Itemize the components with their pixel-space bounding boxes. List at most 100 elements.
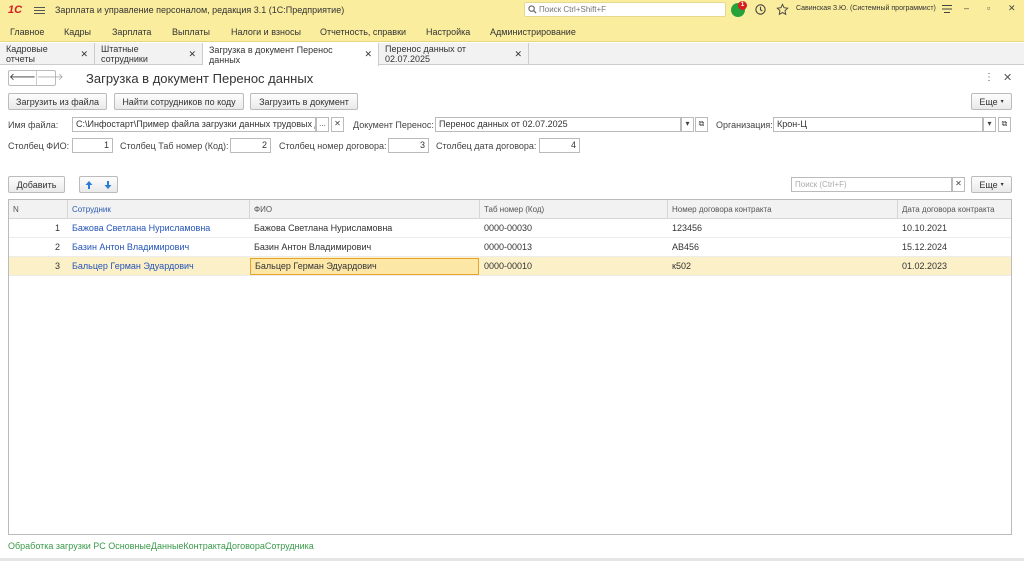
tab-label: Штатные сотрудники bbox=[101, 44, 148, 64]
forward-arrow-icon[interactable]: 🡒 bbox=[35, 71, 64, 85]
clear-search-icon[interactable]: ✕ bbox=[952, 177, 965, 192]
doc-transfer-label: Документ Перенос: bbox=[353, 120, 434, 130]
col-contract-field[interactable]: 3 bbox=[388, 138, 429, 153]
col-tab-label: Столбец Таб номер (Код): bbox=[120, 141, 229, 151]
cell-contract-number[interactable]: AB456 bbox=[668, 238, 898, 257]
file-name-label: Имя файла: bbox=[8, 120, 59, 130]
cell-contract-number[interactable]: к502 bbox=[668, 257, 898, 276]
find-employees-button[interactable]: Найти сотрудников по коду bbox=[114, 93, 244, 110]
more-actions-icon[interactable]: ⋮ bbox=[984, 72, 994, 83]
menu-item-salary[interactable]: Зарплата bbox=[112, 27, 151, 37]
more-label: Еще bbox=[979, 179, 998, 190]
menu-item-settings[interactable]: Настройка bbox=[426, 27, 470, 37]
processing-name-link[interactable]: Обработка загрузки РС ОсновныеДанныеКонт… bbox=[8, 541, 314, 551]
chevron-down-icon[interactable]: ▾ bbox=[983, 117, 996, 132]
move-down-icon[interactable] bbox=[103, 180, 113, 190]
tab-hr-reports[interactable]: Кадровые отчеты ✕ bbox=[0, 43, 95, 65]
user-name[interactable]: Савинская З.Ю. (Системный программист) bbox=[796, 5, 936, 12]
col-contract-label: Столбец номер договора: bbox=[279, 141, 387, 151]
tab-staff[interactable]: Штатные сотрудники ✕ bbox=[95, 43, 203, 65]
favorites-star-icon[interactable] bbox=[776, 3, 789, 16]
menu-item-admin[interactable]: Администрирование bbox=[490, 27, 576, 37]
table-row-selected[interactable]: 3 Бальцер Герман Эдуардович Бальцер Герм… bbox=[9, 257, 1011, 276]
history-icon[interactable] bbox=[754, 3, 767, 16]
cell-tab-number[interactable]: 0000-00013 bbox=[480, 238, 668, 257]
choose-file-icon[interactable]: ... bbox=[316, 117, 329, 132]
close-tab-icon[interactable]: ✕ bbox=[188, 49, 196, 60]
doc-transfer-field[interactable]: Перенос данных от 02.07.2025 bbox=[435, 117, 681, 132]
cell-n: 1 bbox=[54, 223, 60, 233]
tab-label: Загрузка в документ Перенос данных bbox=[209, 44, 333, 65]
col-date-field[interactable]: 4 bbox=[539, 138, 580, 153]
column-header-contract-date[interactable]: Дата договора контракта bbox=[898, 200, 1011, 219]
col-tab-field[interactable]: 2 bbox=[230, 138, 271, 153]
col-fio-label: Столбец ФИО: bbox=[8, 141, 70, 151]
close-tab-icon[interactable]: ✕ bbox=[364, 49, 372, 60]
main-menu-bar: Главное Кадры Зарплата Выплаты Налоги и … bbox=[0, 20, 1024, 42]
cell-fio-focused[interactable]: Бальцер Герман Эдуардович bbox=[250, 258, 479, 275]
cell-tab-number[interactable]: 0000-00010 bbox=[480, 257, 668, 276]
open-icon[interactable]: ⧉ bbox=[998, 117, 1011, 132]
cell-contract-date[interactable]: 15.12.2024 bbox=[898, 238, 1011, 257]
column-header-n[interactable]: N bbox=[9, 200, 68, 219]
table-row[interactable]: 2 Базин Антон Владимирович Базин Антон В… bbox=[9, 238, 1011, 257]
app-title: Зарплата и управление персоналом, редакц… bbox=[55, 5, 345, 15]
restore-icon[interactable]: ▫ bbox=[987, 3, 990, 13]
tab-label: Перенос данных от 02.07.2025 bbox=[385, 44, 467, 64]
column-header-fio[interactable]: ФИО bbox=[250, 200, 480, 219]
menu-item-main[interactable]: Главное bbox=[10, 27, 44, 37]
form-title: Загрузка в документ Перенос данных bbox=[86, 71, 314, 86]
minimize-icon[interactable]: – bbox=[964, 3, 969, 13]
col-fio-field[interactable]: 1 bbox=[72, 138, 113, 153]
menu-item-payments[interactable]: Выплаты bbox=[172, 27, 210, 37]
cell-employee[interactable]: Бальцер Герман Эдуардович bbox=[68, 257, 250, 276]
global-search[interactable] bbox=[524, 2, 726, 17]
column-header-employee[interactable]: Сотрудник bbox=[68, 200, 250, 219]
cell-employee[interactable]: Бажова Светлана Нурисламовна bbox=[68, 219, 250, 238]
employees-table[interactable]: N Сотрудник ФИО Таб номер (Код) Номер до… bbox=[8, 199, 1012, 535]
more-table-button[interactable]: Еще ▾ bbox=[971, 176, 1012, 193]
menu-item-taxes[interactable]: Налоги и взносы bbox=[231, 27, 301, 37]
column-header-contract-number[interactable]: Номер договора контракта bbox=[668, 200, 898, 219]
cell-fio[interactable]: Базин Антон Владимирович bbox=[250, 238, 480, 257]
add-button[interactable]: Добавить bbox=[8, 176, 65, 193]
more-button[interactable]: Еще ▾ bbox=[971, 93, 1012, 110]
clear-icon[interactable]: ✕ bbox=[331, 117, 344, 132]
global-search-input[interactable] bbox=[539, 5, 719, 14]
cell-contract-date[interactable]: 10.10.2021 bbox=[898, 219, 1011, 238]
organization-label: Организация: bbox=[716, 120, 773, 130]
more-label: Еще bbox=[979, 96, 998, 107]
col-date-label: Столбец дата договора: bbox=[436, 141, 537, 151]
table-header: N Сотрудник ФИО Таб номер (Код) Номер до… bbox=[9, 200, 1011, 219]
menu-item-hr[interactable]: Кадры bbox=[64, 27, 91, 37]
search-icon bbox=[528, 5, 537, 14]
column-header-tab-number[interactable]: Таб номер (Код) bbox=[480, 200, 668, 219]
cell-tab-number[interactable]: 0000-00030 bbox=[480, 219, 668, 238]
menu-item-reports[interactable]: Отчетность, справки bbox=[320, 27, 406, 37]
settings-menu-icon[interactable] bbox=[941, 3, 953, 15]
open-icon[interactable]: ⧉ bbox=[695, 117, 708, 132]
cell-fio[interactable]: Бажова Светлана Нурисламовна bbox=[250, 219, 480, 238]
cell-employee[interactable]: Базин Антон Владимирович bbox=[68, 238, 250, 257]
back-arrow-icon[interactable]: 🡐 bbox=[9, 71, 36, 85]
cell-contract-number[interactable]: 123456 bbox=[668, 219, 898, 238]
file-name-field[interactable]: C:\Инфостарт\Пример файла загрузки данны… bbox=[72, 117, 316, 132]
table-row[interactable]: 1 Бажова Светлана Нурисламовна Бажова Св… bbox=[9, 219, 1011, 238]
chevron-down-icon[interactable]: ▾ bbox=[681, 117, 694, 132]
main-menu-icon[interactable] bbox=[34, 6, 45, 14]
tab-load-to-doc[interactable]: Загрузка в документ Перенос данных ✕ bbox=[203, 43, 379, 66]
close-tab-icon[interactable]: ✕ bbox=[514, 49, 522, 60]
close-form-icon[interactable]: ✕ bbox=[1003, 71, 1012, 84]
close-window-icon[interactable]: ✕ bbox=[1008, 3, 1016, 14]
chevron-down-icon: ▾ bbox=[1000, 182, 1004, 188]
open-tabs-bar: Кадровые отчеты ✕ Штатные сотрудники ✕ Заг… bbox=[0, 43, 1024, 66]
cell-contract-date[interactable]: 01.02.2023 bbox=[898, 257, 1011, 276]
organization-field[interactable]: Крон-Ц bbox=[773, 117, 983, 132]
move-up-icon[interactable] bbox=[84, 180, 94, 190]
table-search-input[interactable]: Поиск (Ctrl+F) bbox=[791, 177, 952, 192]
load-to-document-button[interactable]: Загрузить в документ bbox=[250, 93, 358, 110]
tab-transfer-doc[interactable]: Перенос данных от 02.07.2025 ✕ bbox=[379, 43, 529, 65]
notification-badge: 1 bbox=[738, 1, 747, 10]
load-from-file-button[interactable]: Загрузить из файла bbox=[8, 93, 107, 110]
close-tab-icon[interactable]: ✕ bbox=[80, 49, 88, 60]
